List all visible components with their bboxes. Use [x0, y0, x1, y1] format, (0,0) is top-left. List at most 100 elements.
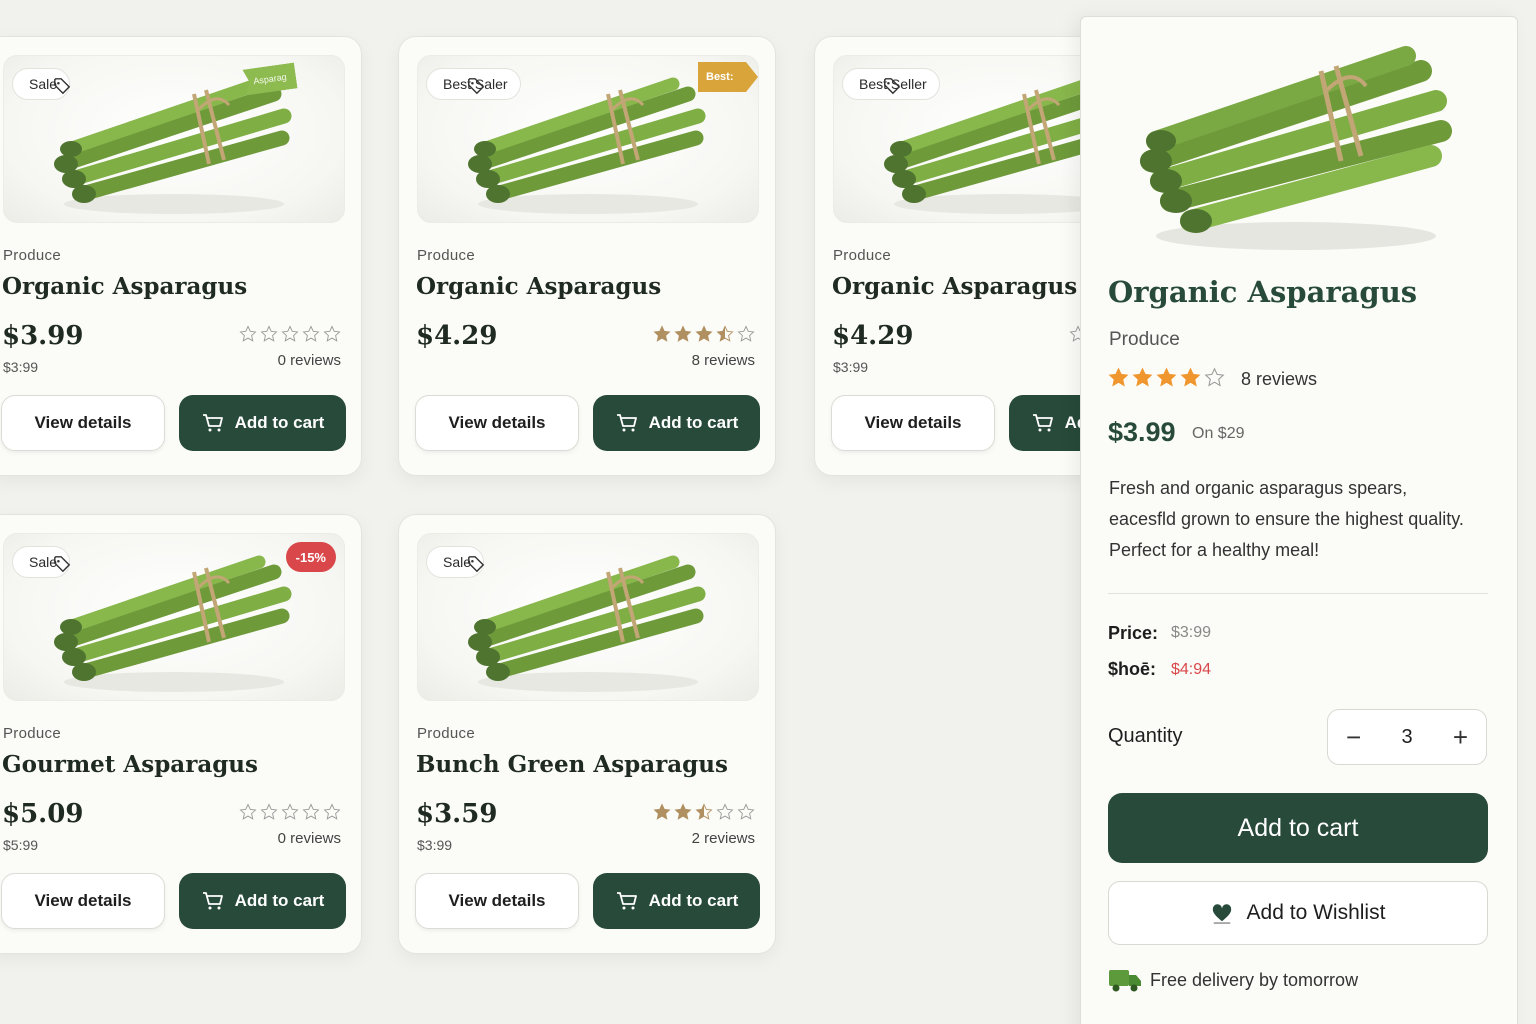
card-star-icon: [260, 325, 278, 343]
cart-icon: [1031, 411, 1055, 435]
reviews-count: 2 reviews: [691, 830, 755, 847]
card-star-icon: [674, 803, 692, 821]
product-price: $4.29: [416, 321, 498, 351]
quantity-value[interactable]: 3: [1401, 726, 1412, 749]
add-to-cart-label: Add to cart: [234, 891, 325, 910]
product-price: $3.99: [2, 321, 84, 351]
product-title[interactable]: Organic Asparagus: [832, 273, 1077, 300]
card-star-icon: [695, 803, 713, 821]
product-ribbon: -15%: [285, 542, 336, 572]
add-to-cart-button[interactable]: Add to cart: [593, 873, 760, 929]
product-category: Produce: [1109, 329, 1180, 350]
add-to-cart-button[interactable]: Add to cart: [1108, 793, 1488, 863]
divider: [1108, 593, 1488, 594]
rating-stars: [239, 803, 341, 821]
product-title: Organic Asparagus: [1108, 275, 1418, 309]
view-details-button[interactable]: View details: [1, 873, 165, 929]
product-ribbon: Best:: [698, 62, 758, 92]
product-price: $3.59: [416, 799, 498, 829]
add-to-wishlist-button[interactable]: Add to Wishlist: [1108, 881, 1488, 945]
badge-chip: Best Seller: [842, 68, 940, 100]
product-card[interactable]: Asparag Sale Produce Organic Asparagus $3.99…: [0, 36, 362, 476]
product-card[interactable]: Best: Best Saler Produce Organic Asparagus $…: [398, 36, 776, 476]
card-star-icon: [716, 803, 734, 821]
rating-stars: [653, 803, 755, 821]
view-details-button[interactable]: View details: [415, 873, 579, 929]
card-star-icon: [695, 325, 713, 343]
cart-icon: [201, 889, 225, 913]
save-label: $hoē:: [1108, 659, 1157, 679]
add-to-cart-label: Add to cart: [234, 413, 325, 432]
card-star-icon: [674, 325, 692, 343]
product-card[interactable]: Sale Produce Bunch Green Asparagus $3.59 $3:…: [398, 514, 776, 954]
card-star-icon: [281, 803, 299, 821]
price-value: $3:99: [1171, 624, 1212, 641]
add-to-cart-button[interactable]: Add to cart: [593, 395, 760, 451]
reviews-count: 0 reviews: [277, 352, 341, 369]
card-star-icon: [323, 803, 341, 821]
product-category: Produce: [833, 247, 891, 264]
product-title[interactable]: Bunch Green Asparagus: [416, 751, 728, 778]
product-image[interactable]: -15% Sale: [3, 533, 345, 701]
card-star-icon: [302, 325, 320, 343]
card-star-icon: [716, 325, 734, 343]
quantity-stepper: − 3 +: [1327, 709, 1487, 765]
card-star-icon: [737, 325, 755, 343]
save-value: $4:94: [1171, 661, 1212, 678]
product-category: Produce: [417, 247, 475, 264]
truck-icon: [1109, 970, 1141, 992]
card-star-icon: [653, 325, 671, 343]
delivery-text: Free delivery by tomorrow: [1150, 969, 1359, 990]
increment-button[interactable]: +: [1453, 724, 1468, 750]
old-price: $3:99: [417, 837, 453, 853]
badge-chip: Sale: [426, 546, 485, 578]
rating-stars: [239, 325, 341, 343]
delivery-info: Free delivery by tomorrow: [1108, 967, 1358, 993]
detail-star-icon: [1204, 367, 1225, 388]
decrement-button[interactable]: −: [1346, 724, 1361, 750]
product-price: $5.09: [2, 799, 84, 829]
old-price: $3:99: [3, 359, 39, 375]
view-details-button[interactable]: View details: [415, 395, 579, 451]
badge-chip: Sale: [12, 68, 71, 100]
badge-chip: Best Saler: [426, 68, 521, 100]
card-star-icon: [737, 803, 755, 821]
detail-star-icon: [1180, 367, 1201, 388]
detail-star-icon: [1156, 367, 1177, 388]
product-price: $4.29: [832, 321, 914, 351]
add-to-cart-button[interactable]: Add to cart: [179, 395, 346, 451]
product-title[interactable]: Organic Asparagus: [416, 273, 661, 300]
product-category: Produce: [3, 725, 61, 742]
product-card[interactable]: -15% Sale Produce Gourmet Asparagus $5.09 $5:…: [0, 514, 362, 954]
product-detail-panel: Organic Asparagus Produce 8 reviews $3.9…: [1080, 16, 1518, 1024]
wishlist-label: Add to Wishlist: [1246, 901, 1386, 924]
view-details-button[interactable]: View details: [1, 395, 165, 451]
reviews-count: 8 reviews: [691, 352, 755, 369]
product-image[interactable]: Asparag Sale: [3, 55, 345, 223]
card-star-icon: [323, 325, 341, 343]
card-star-icon: [239, 803, 257, 821]
detail-star-icon: [1132, 367, 1153, 388]
add-to-cart-button[interactable]: Add to cart: [179, 873, 346, 929]
product-category: Produce: [3, 247, 61, 264]
quantity-label: Quantity: [1108, 725, 1183, 747]
reviews-link[interactable]: 8 reviews: [1241, 369, 1317, 390]
card-star-icon: [302, 803, 320, 821]
price-label: Price:: [1108, 623, 1159, 643]
cart-icon: [615, 411, 639, 435]
product-price: $3.99: [1108, 417, 1176, 447]
product-category: Produce: [417, 725, 475, 742]
card-star-icon: [653, 803, 671, 821]
view-details-button[interactable]: View details: [831, 395, 995, 451]
old-price: $5:99: [3, 837, 39, 853]
price-note: On $29: [1192, 425, 1245, 442]
asparagus-image: [1140, 46, 1452, 250]
card-star-icon: [260, 803, 278, 821]
product-title[interactable]: Gourmet Asparagus: [2, 751, 258, 778]
product-image[interactable]: Sale: [417, 533, 759, 701]
product-title[interactable]: Organic Asparagus: [2, 273, 247, 300]
product-description: Fresh and organic asparagus spears, eace…: [1109, 478, 1464, 560]
product-image[interactable]: Best: Best Saler: [417, 55, 759, 223]
old-price: $3:99: [833, 359, 869, 375]
heart-icon: [1212, 904, 1231, 924]
